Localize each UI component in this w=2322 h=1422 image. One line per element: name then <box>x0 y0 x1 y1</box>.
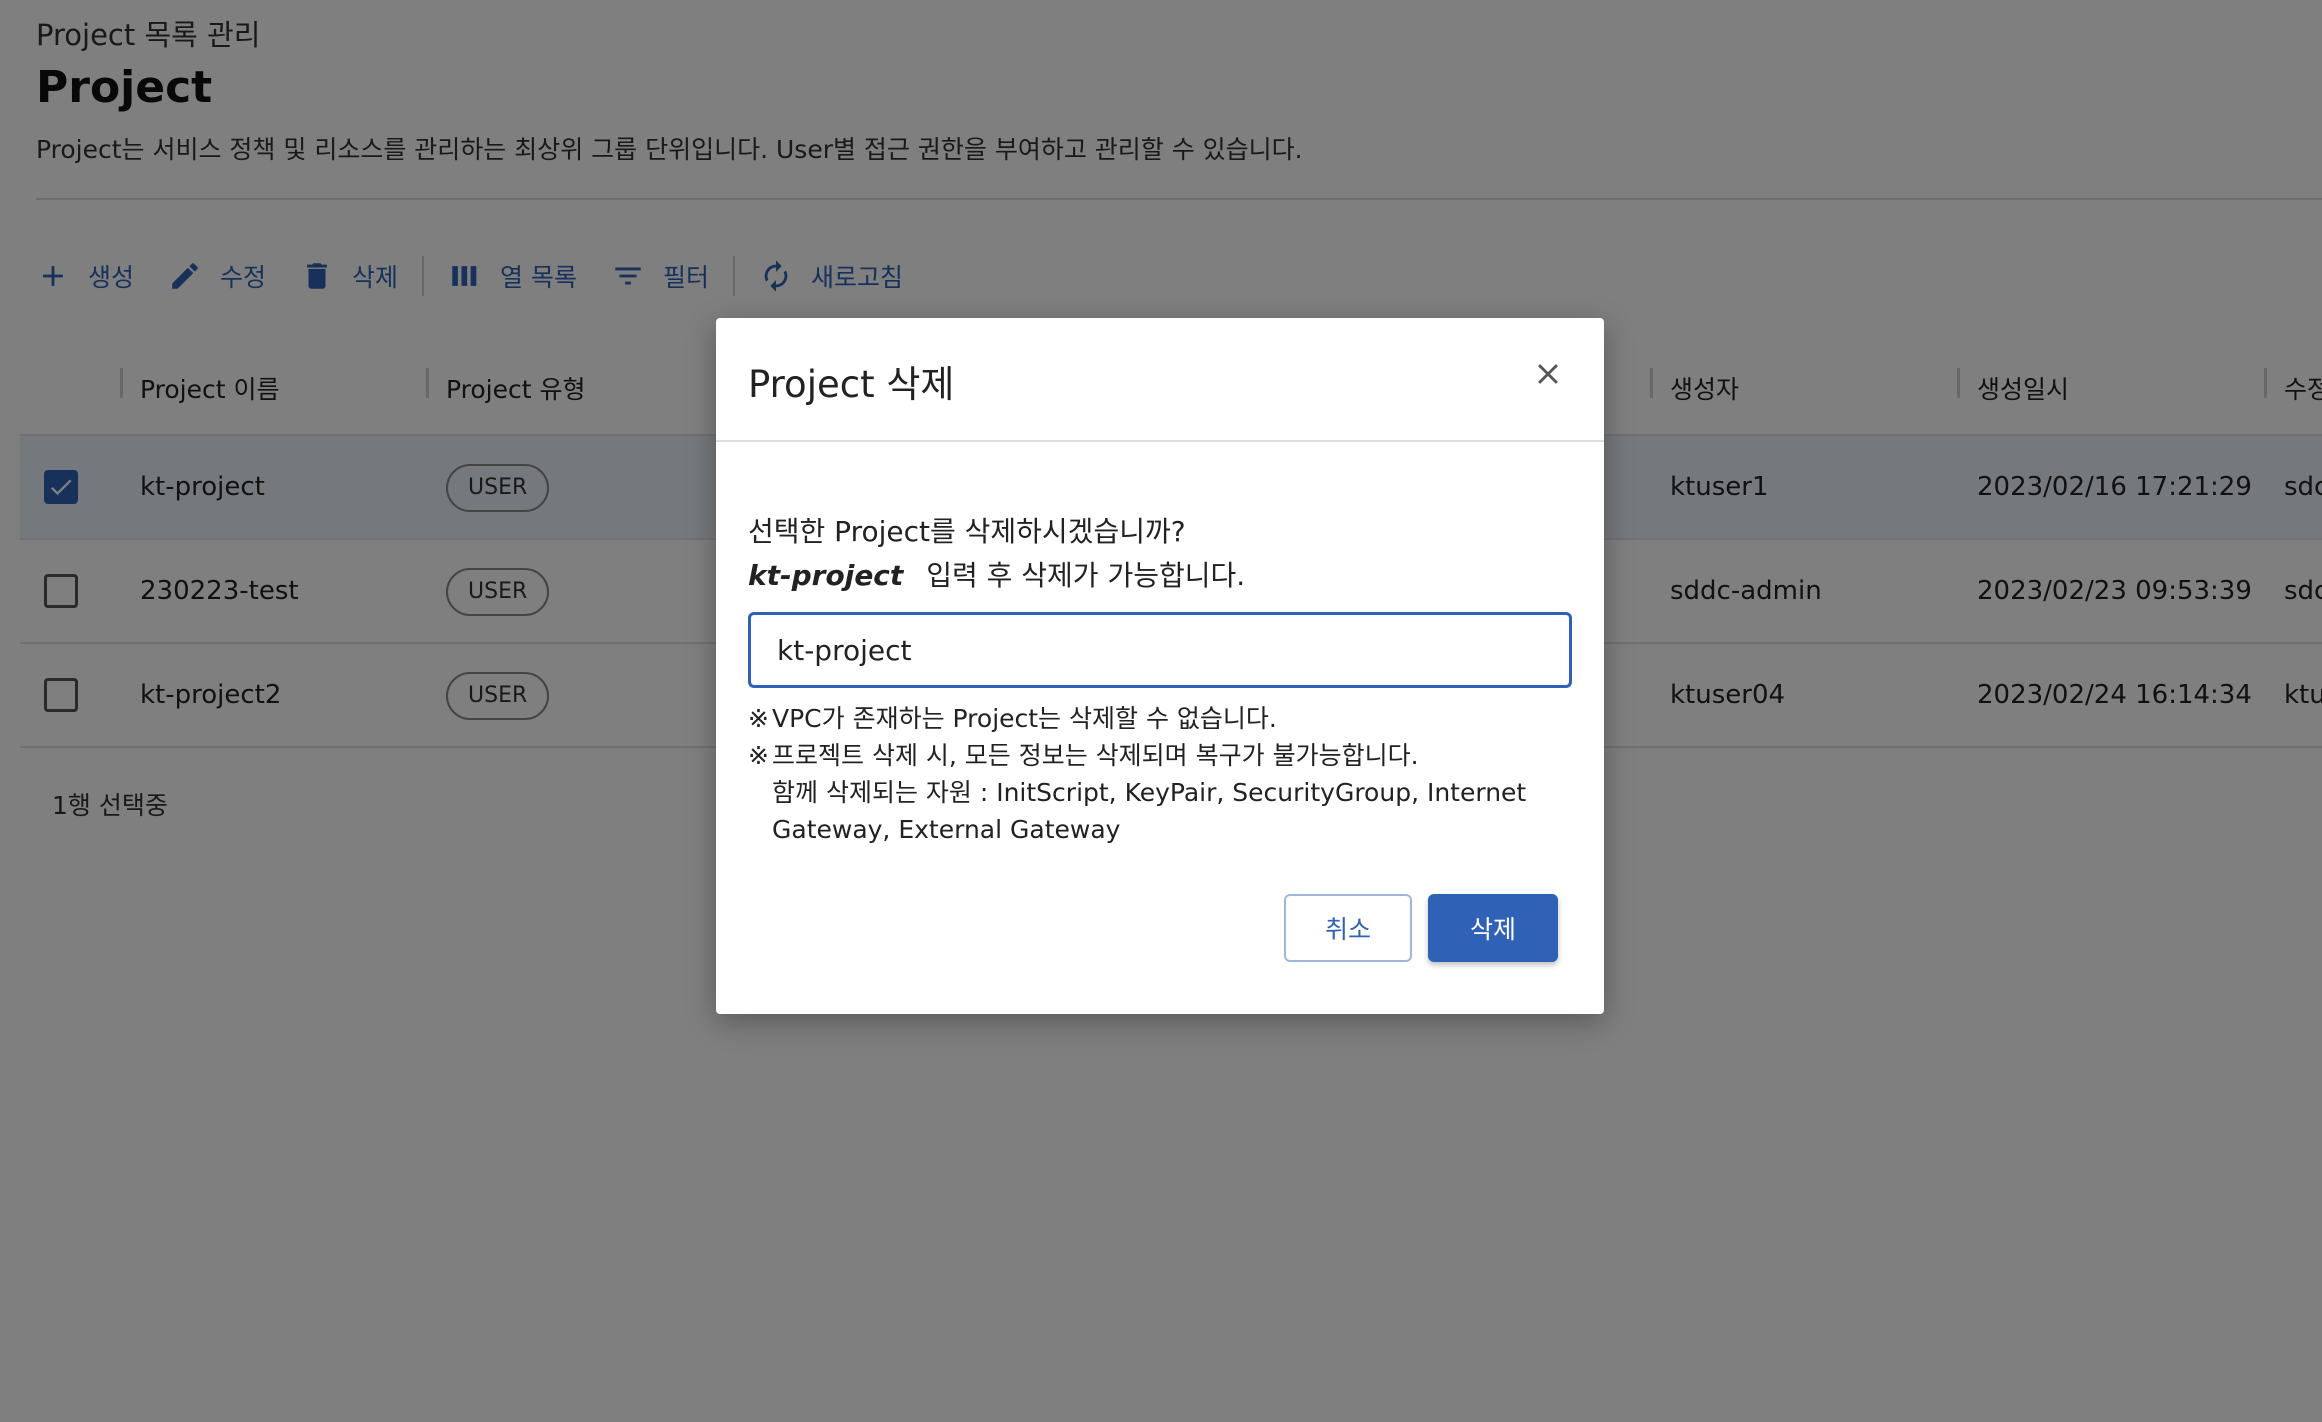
input-hint: 입력 후 삭제가 가능합니다. <box>926 559 1246 592</box>
confirm-question: 선택한 Project를 삭제하시겠습니까? <box>748 515 1186 548</box>
delete-project-dialog: Project 삭제 선택한 Project를 삭제하시겠습니까? kt-pro… <box>716 318 1604 1014</box>
warning-note-detail: Gateway, External Gateway <box>772 815 1121 844</box>
warning-note: ※ VPC가 존재하는 Project는 삭제할 수 없습니다. <box>748 700 1578 737</box>
close-icon <box>1538 364 1558 384</box>
confirm-name-input[interactable] <box>748 612 1572 688</box>
target-project-name: kt-project <box>748 559 904 592</box>
dialog-title: Project 삭제 <box>748 363 955 406</box>
warning-note-detail: 함께 삭제되는 자원 : InitScript, KeyPair, Securi… <box>772 778 1527 807</box>
note-text: VPC가 존재하는 Project는 삭제할 수 없습니다. <box>772 704 1277 733</box>
warning-notes: ※ VPC가 존재하는 Project는 삭제할 수 없습니다. ※ 프로젝트 … <box>748 700 1578 848</box>
confirm-delete-button[interactable]: 삭제 <box>1428 894 1558 962</box>
cancel-button[interactable]: 취소 <box>1284 894 1412 962</box>
note-text: 프로젝트 삭제 시, 모든 정보는 삭제되며 복구가 불가능합니다. <box>772 741 1419 770</box>
note-mark: ※ <box>748 704 769 733</box>
dialog-header: Project 삭제 <box>716 318 1604 442</box>
note-mark: ※ <box>748 741 769 770</box>
warning-note: ※ 프로젝트 삭제 시, 모든 정보는 삭제되며 복구가 불가능합니다. <box>748 737 1578 774</box>
confirm-instruction: kt-project 입력 후 삭제가 가능합니다. <box>748 554 1245 594</box>
close-button[interactable] <box>1520 346 1576 402</box>
